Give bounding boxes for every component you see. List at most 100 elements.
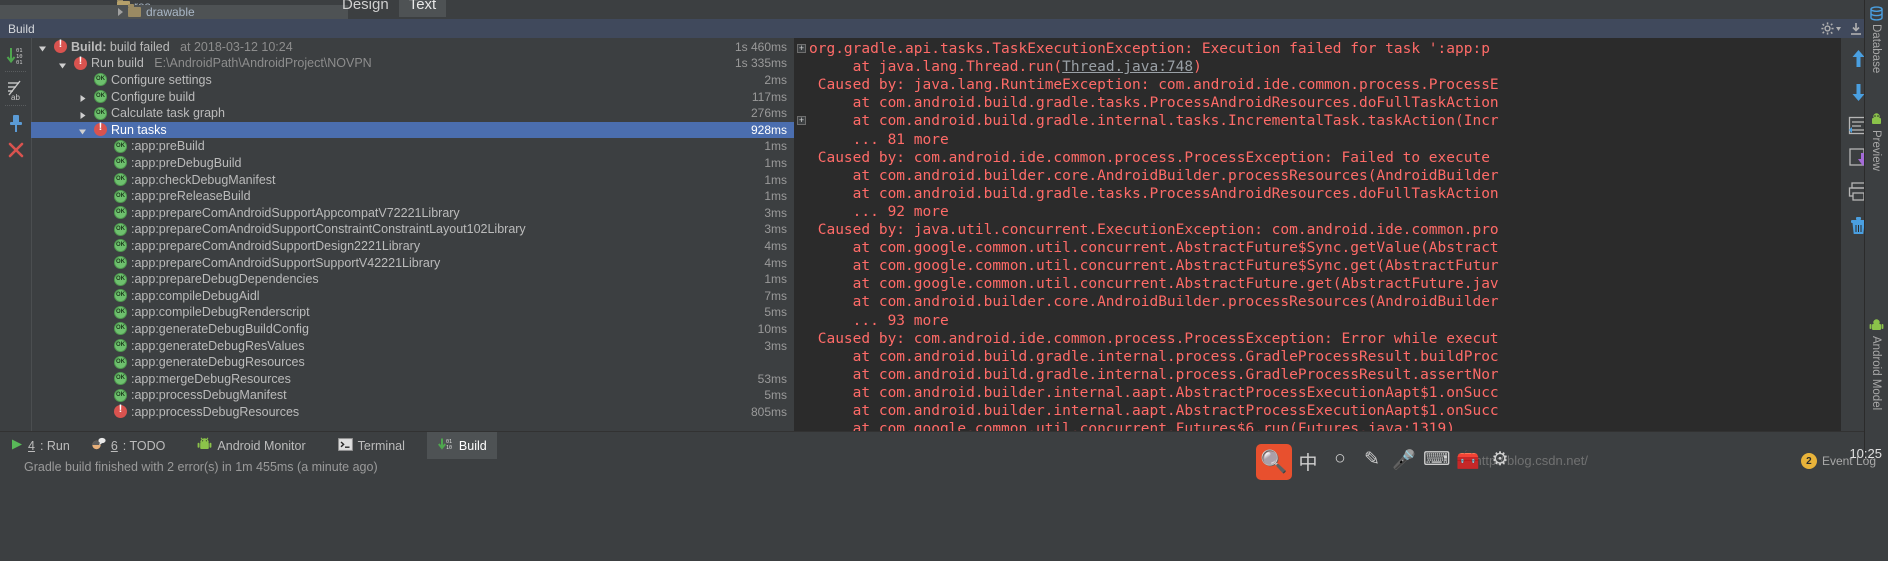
console-line[interactable]: at com.google.common.util.concurrent.Abs… xyxy=(795,257,1858,275)
tray-icon-2[interactable]: ○ xyxy=(1327,448,1353,474)
build-tree-row[interactable]: :app:preDebugBuild 1ms xyxy=(31,155,794,172)
tray-icon-keyboard[interactable]: ⌨ xyxy=(1423,448,1450,474)
build-tree-row[interactable]: Run tasks 928ms xyxy=(31,121,794,139)
console-line[interactable]: ... 92 more xyxy=(795,203,1858,221)
toggle-tasks-output-icon[interactable]: 01 10 01 xyxy=(4,44,28,68)
chevron-down-icon[interactable] xyxy=(78,125,87,135)
tab-todo[interactable]: 6: TODO xyxy=(80,432,176,460)
tab-run[interactable]: 4: Run xyxy=(0,432,80,460)
build-tree-row-label: :app:preReleaseBuild xyxy=(131,189,251,204)
build-tree-row[interactable]: :app:preReleaseBuild 1ms xyxy=(31,188,794,205)
tab-build[interactable]: 01 10 Build xyxy=(426,431,497,460)
build-tree-row[interactable]: :app:generateDebugResValues 3ms xyxy=(31,337,794,354)
build-toolwindow-title: Build xyxy=(8,21,35,36)
close-icon[interactable] xyxy=(4,138,28,162)
project-tree-row-drawable[interactable]: drawable xyxy=(0,4,348,19)
build-tree-row[interactable]: :app:processDebugResources 805ms xyxy=(31,403,794,421)
build-tree-row-duration: 3ms xyxy=(764,338,787,353)
sogou-ime-icon[interactable]: 🔍 xyxy=(1256,444,1292,480)
build-tree-row-duration: 7ms xyxy=(764,288,787,303)
build-tree-row[interactable]: :app:generateDebugResources xyxy=(31,354,794,371)
tab-terminal[interactable]: Terminal xyxy=(328,432,415,460)
tray-icon-toolbox[interactable]: 🧰 xyxy=(1455,448,1481,474)
console-line[interactable]: at java.lang.Thread.run(Thread.java:748) xyxy=(795,58,1858,76)
chevron-right-icon[interactable] xyxy=(78,92,87,103)
tray-icon-1[interactable]: 中 xyxy=(1295,448,1321,474)
build-tree-row-duration: 1ms xyxy=(764,272,787,287)
console-line[interactable]: at com.android.build.gradle.tasks.Proces… xyxy=(795,94,1858,112)
build-tree-row-label: :app:compileDebugRenderscript xyxy=(131,305,310,320)
tool-button-database[interactable]: Database xyxy=(1864,6,1888,73)
build-tree-row[interactable]: :app:compileDebugRenderscript 5ms xyxy=(31,304,794,321)
tool-button-android-model[interactable]: Android Model xyxy=(1864,318,1888,410)
console-line[interactable]: org.gradle.api.tasks.TaskExecutionExcept… xyxy=(795,40,1858,58)
gear-icon[interactable] xyxy=(1821,22,1841,35)
console-line[interactable]: at com.google.common.util.concurrent.Fut… xyxy=(795,420,1858,431)
build-console-output[interactable]: + org.gradle.api.tasks.TaskExecutionExcep… xyxy=(795,38,1858,431)
build-tree-row[interactable]: :app:prepareComAndroidSupportConstraintC… xyxy=(31,221,794,238)
build-tree-row[interactable]: Build: build failed at 2018-03-12 10:24 1… xyxy=(31,38,794,56)
console-line[interactable]: ... 81 more xyxy=(795,131,1858,149)
hide-window-icon[interactable] xyxy=(1848,22,1864,36)
chevron-down-icon[interactable] xyxy=(58,59,67,69)
build-tree-row[interactable]: Run build E:\AndroidPath\AndroidProject\… xyxy=(31,55,794,72)
chevron-right-icon[interactable] xyxy=(78,109,87,119)
tool-button-preview[interactable]: Preview xyxy=(1864,112,1888,171)
console-line[interactable]: ... 93 more xyxy=(795,312,1858,330)
build-tree-row[interactable]: :app:mergeDebugResources 53ms xyxy=(31,371,794,388)
android-studio-window: res drawable Design Text Build xyxy=(0,0,1888,561)
ok-status-icon xyxy=(114,272,127,286)
console-line[interactable]: at com.android.build.gradle.internal.pro… xyxy=(795,348,1858,366)
build-tree-row-label: :app:checkDebugManifest xyxy=(131,172,276,187)
pin-icon[interactable] xyxy=(4,112,28,136)
build-tree-row-label: :app:generateDebugBuildConfig xyxy=(131,321,309,336)
console-line[interactable]: Caused by: com.android.ide.common.proces… xyxy=(795,149,1858,167)
console-line[interactable]: at com.android.build.gradle.tasks.Proces… xyxy=(795,185,1858,203)
build-tree-row[interactable]: :app:compileDebugAidl 7ms xyxy=(31,288,794,305)
console-line[interactable]: Caused by: java.util.concurrent.Executio… xyxy=(795,221,1858,239)
chevron-down-icon[interactable] xyxy=(38,42,47,52)
build-tree-row[interactable]: :app:processDebugManifest 5ms xyxy=(31,387,794,404)
todo-icon xyxy=(90,437,106,454)
console-line[interactable]: at com.android.build.gradle.internal.pro… xyxy=(795,366,1858,384)
build-tree-panel[interactable]: Build: build failed at 2018-03-12 10:24 1… xyxy=(31,38,795,431)
chevron-right-icon[interactable] xyxy=(118,8,123,16)
filter-ab-icon[interactable]: ab xyxy=(4,78,28,102)
tab-build-label: Build xyxy=(458,438,487,453)
build-tree-row[interactable]: :app:prepareDebugDependencies 1ms xyxy=(31,271,794,288)
tab-text[interactable]: Text xyxy=(398,0,447,17)
console-line[interactable]: at com.android.builder.internal.aapt.Abs… xyxy=(795,384,1858,402)
tab-design[interactable]: Design xyxy=(332,0,399,17)
build-tree-row[interactable]: Configure settings 2ms xyxy=(31,72,794,89)
console-line[interactable]: Caused by: java.lang.RuntimeException: c… xyxy=(795,76,1858,94)
build-tree-row[interactable]: Calculate task graph 276ms xyxy=(31,105,794,122)
svg-text:01: 01 xyxy=(16,60,23,66)
build-tree-row[interactable]: :app:prepareComAndroidSupportDesign2221L… xyxy=(31,238,794,255)
build-tree-row[interactable]: :app:prepareComAndroidSupportAppcompatV7… xyxy=(31,205,794,222)
build-tree-row[interactable]: :app:prepareComAndroidSupportSupportV422… xyxy=(31,254,794,271)
preview-android-icon xyxy=(1869,112,1884,127)
console-line[interactable]: at com.android.builder.core.AndroidBuild… xyxy=(795,167,1858,185)
error-status-icon xyxy=(94,121,107,137)
editor-mode-tabs: Design Text xyxy=(332,0,447,17)
tray-icon-microphone[interactable]: 🎤 xyxy=(1391,448,1417,474)
run-icon xyxy=(10,438,23,454)
build-tree-row-duration: 4ms xyxy=(764,238,787,253)
console-line[interactable]: at com.android.builder.internal.aapt.Abs… xyxy=(795,402,1858,420)
build-tree-row-duration: 53ms xyxy=(757,371,787,386)
stacktrace-link[interactable]: Thread.java:748 xyxy=(1062,59,1193,75)
tray-icon-settings[interactable]: ⚙ xyxy=(1487,448,1513,474)
console-line[interactable]: at com.google.common.util.concurrent.Abs… xyxy=(795,275,1858,293)
tab-android-monitor[interactable]: Android Monitor xyxy=(187,432,315,460)
build-tree-row[interactable]: :app:generateDebugBuildConfig 10ms xyxy=(31,321,794,338)
console-line[interactable]: at com.android.build.gradle.internal.tas… xyxy=(795,112,1858,130)
console-line[interactable]: at com.android.builder.core.AndroidBuild… xyxy=(795,293,1858,311)
build-tree-row-duration: 928ms xyxy=(750,122,787,137)
build-tree-row[interactable]: :app:checkDebugManifest 1ms xyxy=(31,171,794,188)
build-header-actions xyxy=(1821,19,1864,38)
console-line[interactable]: at com.google.common.util.concurrent.Abs… xyxy=(795,239,1858,257)
build-tree-row[interactable]: :app:preBuild 1ms xyxy=(31,138,794,155)
console-line[interactable]: Caused by: com.android.ide.common.proces… xyxy=(795,330,1858,348)
build-tree-row[interactable]: Configure build 117ms xyxy=(31,88,794,105)
tray-icon-3[interactable]: ✎ xyxy=(1359,448,1385,474)
